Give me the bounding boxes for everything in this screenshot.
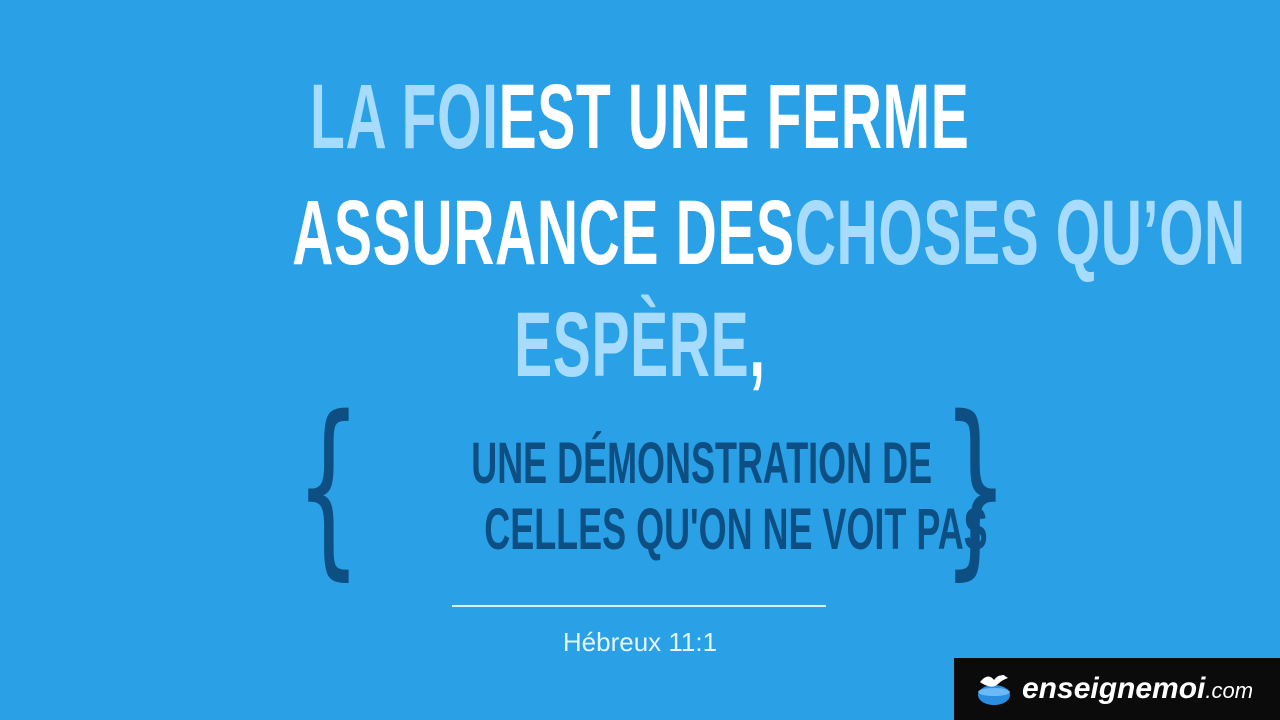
verse-line-3-highlight: ESPÈRE (514, 294, 750, 396)
verse-line-3-comma: , (749, 294, 766, 396)
verse-reference: Hébreux 11:1 (562, 627, 718, 657)
brand-logo[interactable]: enseignemoi.com (954, 658, 1280, 720)
brand-domain: .com (1205, 678, 1254, 703)
verse-line-1-rest: EST UNE FERME (498, 66, 970, 168)
brand-name: enseignemoi.com (1022, 670, 1253, 710)
globe-dove-icon (978, 675, 1010, 705)
subline-2-text: CELLES QU'ON NE VOIT PAS (484, 497, 988, 562)
verse-line-1: LA FOI EST UNE FERME (0, 62, 1280, 172)
brand-name-main: enseignemoi (1022, 672, 1206, 705)
subline-1-text: UNE DÉMONSTRATION DE (471, 431, 933, 496)
verse-line-2: ASSURANCE DES CHOSES QU’ON (0, 178, 1280, 288)
subline-1: UNE DÉMONSTRATION DE (330, 432, 950, 496)
verse-line-3: ESPÈRE, (0, 290, 1280, 400)
verse-line-1-highlight: LA FOI (310, 66, 499, 168)
divider-line (452, 605, 826, 607)
subline-2: CELLES QU'ON NE VOIT PAS (330, 498, 987, 562)
verse-line-2-highlight: CHOSES QU’ON (794, 182, 1246, 284)
verse-line-2-lead: ASSURANCE DES (292, 182, 795, 284)
